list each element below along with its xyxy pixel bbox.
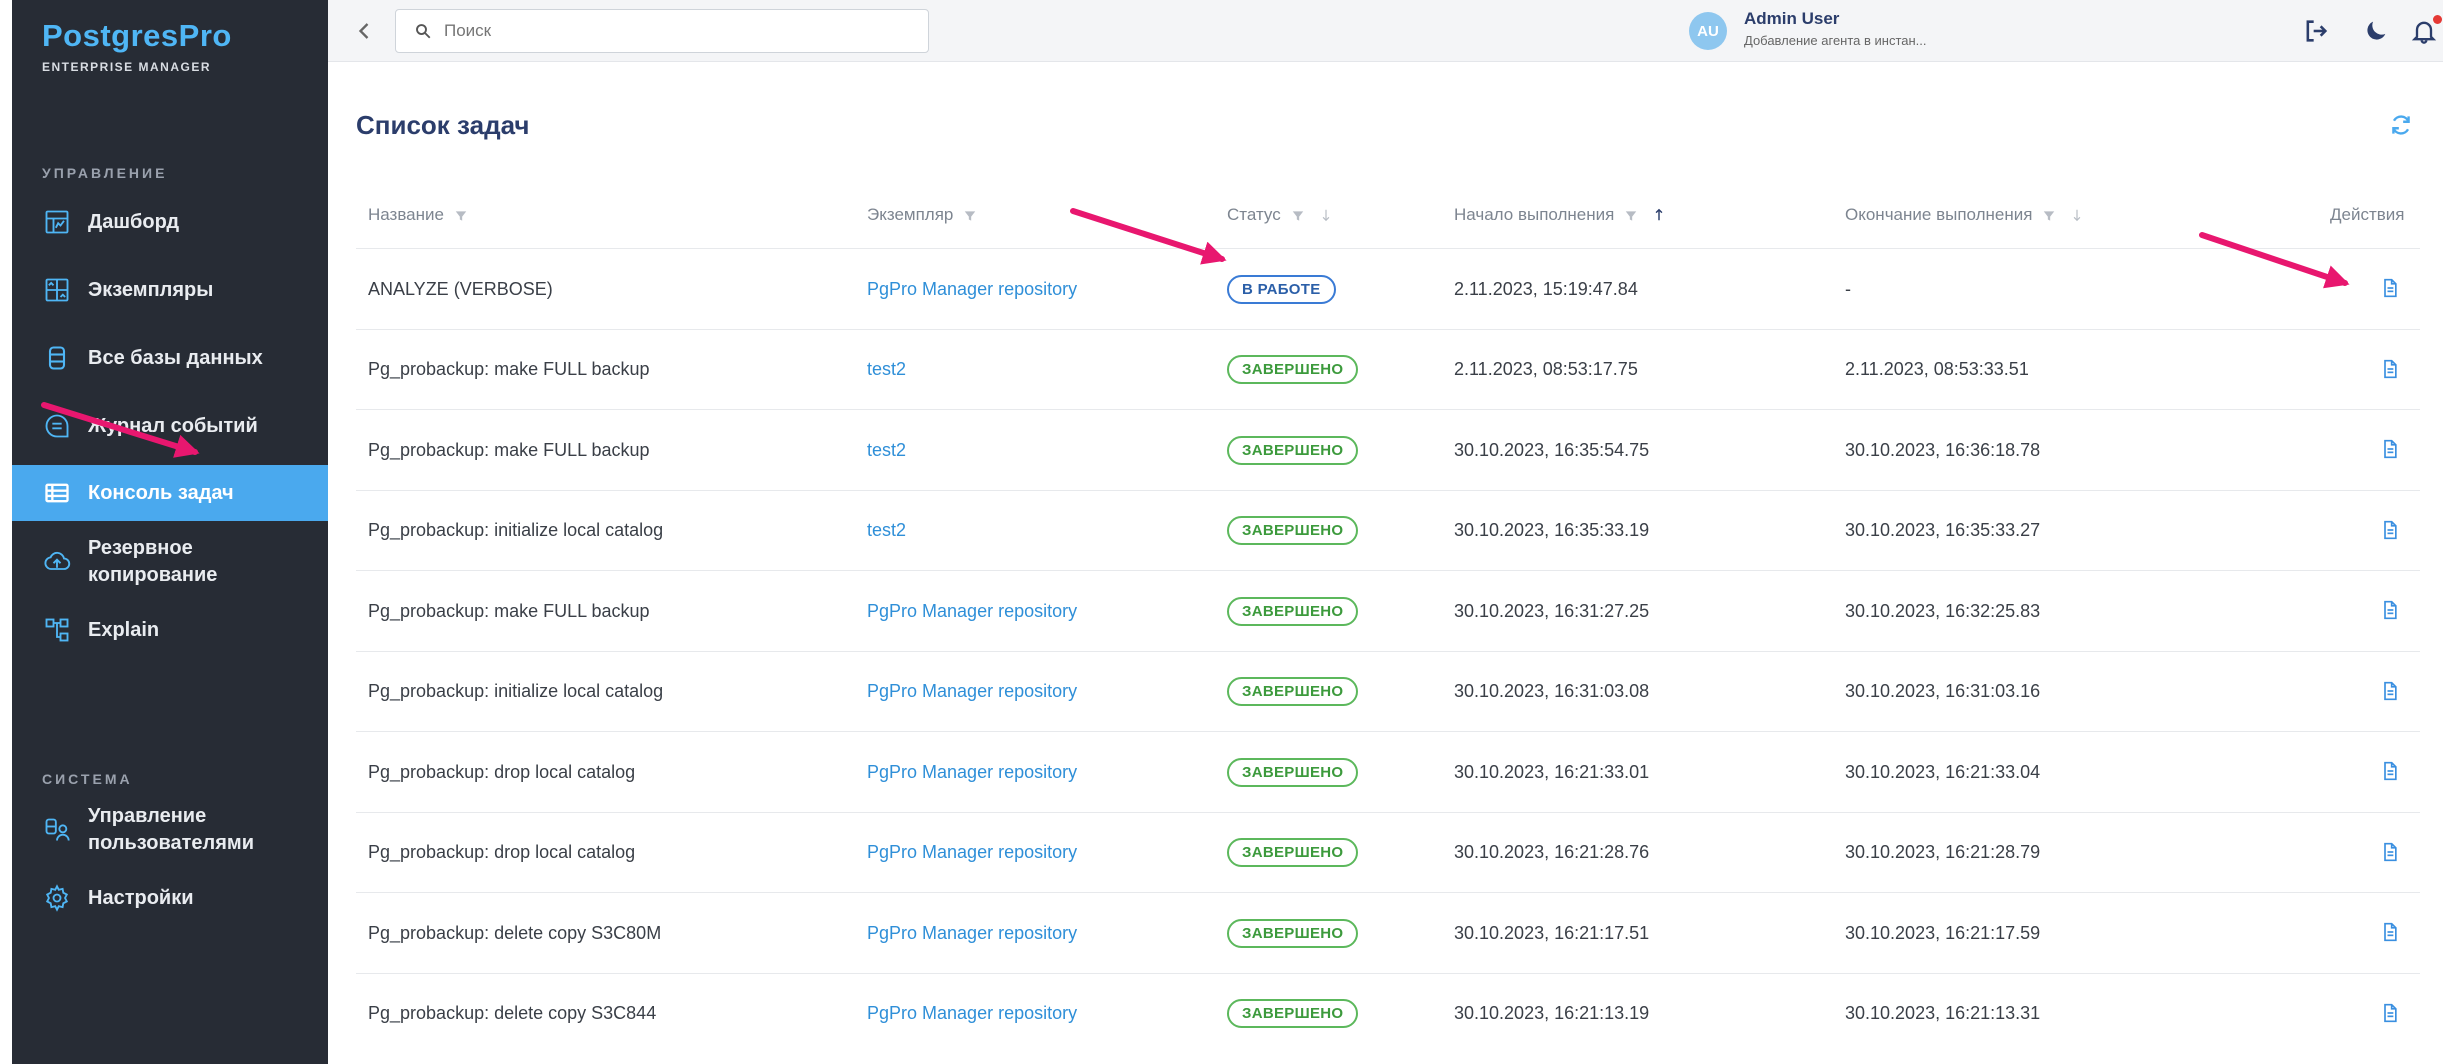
annotation-arrow-status xyxy=(1070,208,1227,265)
annotation-arrow-actions xyxy=(2199,232,2350,289)
annotation-arrows xyxy=(41,208,2350,458)
annotation-arrow-sidebar xyxy=(41,402,200,458)
